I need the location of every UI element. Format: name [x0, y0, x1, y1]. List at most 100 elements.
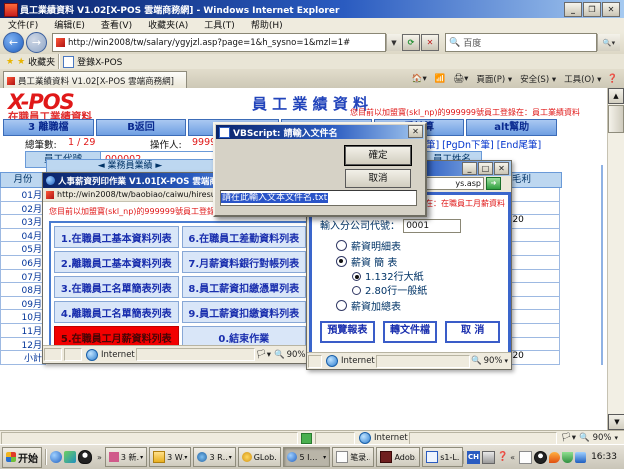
radio-salary-detail[interactable]: 薪資明細表 [336, 239, 508, 255]
menu-file[interactable]: 文件(F) [0, 18, 46, 31]
chevron-down-icon: ▾ [140, 454, 143, 461]
radio-salary-simple[interactable]: 薪資 簡 表 [336, 255, 508, 271]
radio-icon [352, 286, 361, 295]
tray-network-icon[interactable] [575, 452, 586, 463]
ime-indicator[interactable]: CH [467, 451, 480, 464]
go-icon[interactable]: ➜ [486, 177, 501, 190]
menu-item-6[interactable]: 6.在職員工差勤資料列表 [182, 226, 307, 248]
favorites-star-icon[interactable]: ★ [6, 57, 14, 67]
search-go-icon[interactable]: 🔍▾ [597, 34, 620, 51]
maximize-button[interactable]: □ [478, 162, 493, 175]
menu-item-3[interactable]: 3.在職員工名單簡表列表 [54, 276, 179, 298]
cancel-button[interactable]: 取 消 [445, 321, 500, 343]
tray-shield-icon[interactable] [562, 452, 573, 463]
search-box[interactable]: 🔍 百度 [445, 33, 597, 52]
dialog-filename-input[interactable]: 請在此輸入文本文件名.txt [220, 190, 417, 206]
print-status-zoom[interactable]: 90% [287, 350, 306, 360]
radio-paper-132[interactable]: 1.132行大紙 [352, 271, 508, 285]
favorites-item-login-xpos[interactable]: 登錄X-POS [77, 55, 122, 68]
home-icon[interactable]: 🏠▾ [412, 74, 427, 84]
close-button[interactable]: ✕ [602, 2, 620, 17]
minimize-button[interactable]: _ [564, 2, 582, 17]
start-button[interactable]: 开始 [2, 447, 42, 468]
back-icon[interactable]: ← [3, 32, 24, 53]
help-icon[interactable]: ❓ [607, 74, 618, 84]
radio-icon [336, 240, 347, 251]
favorites-label[interactable]: 收藏夹 [28, 55, 55, 68]
task-group-media[interactable]: 3 R…▾ [193, 447, 235, 467]
salary-status-zoom[interactable]: 90% [484, 356, 503, 366]
quicklaunch-messenger-icon[interactable] [64, 451, 76, 463]
help-tray-icon[interactable]: ❓ [497, 452, 508, 462]
quicklaunch-ie-icon[interactable] [50, 451, 62, 463]
task-document[interactable]: s1-L… [422, 447, 463, 467]
branch-input[interactable]: 0001 [403, 219, 461, 233]
quicklaunch-qq-icon[interactable] [78, 450, 92, 464]
radio-icon [336, 300, 347, 311]
menu-item-2[interactable]: 2.離職員工基本資料列表 [54, 251, 179, 273]
tab-active[interactable]: 員工業績資料 V1.02[X-POS 雲端商務網] [3, 71, 187, 89]
navigation-bar: ← → http://win2008/tw/salary/ygyjzl.asp?… [0, 31, 624, 55]
tab-row: 員工業績資料 V1.02[X-POS 雲端商務網] 🏠▾ 📶 🖨▾ 頁面(P) … [0, 69, 624, 89]
tray-document-icon[interactable] [519, 451, 532, 464]
vertical-scrollbar[interactable]: ▲ ▼ [607, 88, 624, 430]
nav-button-back[interactable]: B返回 [96, 119, 187, 136]
dialog-ok-button[interactable]: 確定 [345, 146, 411, 165]
print-icon[interactable]: 🖨▾ [453, 74, 468, 84]
protected-mode-icon[interactable]: 🏳▾ [256, 350, 271, 360]
task-group-new[interactable]: 3 新…▾ [105, 447, 147, 467]
menu-item-7[interactable]: 7.月薪資料銀行對帳列表 [182, 251, 307, 273]
menu-edit[interactable]: 编辑(E) [46, 18, 93, 31]
command-safety[interactable]: 安全(S) ▾ [520, 73, 556, 85]
scroll-down-icon[interactable]: ▼ [608, 414, 624, 430]
feeds-icon[interactable]: 📶 [435, 74, 446, 84]
scroll-up-icon[interactable]: ▲ [608, 88, 624, 104]
menu-help[interactable]: 帮助(H) [243, 18, 291, 31]
minimize-button[interactable]: _ [462, 162, 477, 175]
command-page[interactable]: 頁面(P) ▾ [476, 73, 512, 85]
tray-qq-icon[interactable] [534, 451, 547, 464]
task-notepad[interactable]: 笔录… [332, 447, 374, 467]
radio-paper-80[interactable]: 2.80行一般紙 [352, 285, 508, 299]
total-label: 總筆數: [25, 137, 57, 151]
menu-view[interactable]: 查看(V) [93, 18, 140, 31]
refresh-icon[interactable]: ⟳ [402, 34, 420, 51]
task-group-ie-active[interactable]: 5 I…▾ [283, 447, 330, 467]
zoom-dropdown-icon[interactable]: ▾ [504, 357, 508, 365]
clock[interactable]: 16:33 [591, 452, 617, 462]
status-zoom-value[interactable]: 90% [593, 433, 612, 443]
stop-icon[interactable]: ✕ [421, 34, 439, 51]
dialog-cancel-button[interactable]: 取消 [345, 169, 411, 188]
address-bar[interactable]: http://win2008/tw/salary/ygyjzl.asp?page… [52, 33, 386, 52]
nav-button-resigned-file[interactable]: 3 離職檔 [3, 119, 94, 136]
radio-salary-total[interactable]: 薪資加總表 [336, 299, 508, 315]
protected-mode-icon[interactable]: 🏳▾ [561, 433, 576, 443]
close-button[interactable]: ✕ [494, 162, 509, 175]
tray-chevron-icon[interactable]: « [510, 453, 515, 462]
dialog-close-icon[interactable]: ✕ [408, 125, 423, 138]
command-tools[interactable]: 工具(O) ▾ [564, 73, 601, 85]
tray-flame-icon[interactable] [549, 452, 560, 463]
menu-item-4[interactable]: 4.離職員工名單簡表列表 [54, 301, 179, 323]
table-row: 11月 [0, 324, 46, 338]
task-adobe[interactable]: Adob… [376, 447, 420, 467]
address-dropdown-icon[interactable]: ▼ [386, 34, 401, 51]
quicklaunch-chevron-icon[interactable]: » [97, 453, 102, 462]
zoom-dropdown-icon[interactable]: ▾ [614, 434, 618, 442]
task-group-folders[interactable]: 3 W…▾ [149, 447, 191, 467]
table-row: 06月 [0, 256, 46, 270]
menu-tools[interactable]: 工具(T) [196, 18, 243, 31]
task-global[interactable]: GLob… [238, 447, 282, 467]
menu-item-1[interactable]: 1.在職員工基本資料列表 [54, 226, 179, 248]
restore-button[interactable]: ❐ [583, 2, 601, 17]
menu-item-8[interactable]: 8.員工薪資扣繳憑單列表 [182, 276, 307, 298]
printer-icon[interactable] [482, 451, 495, 464]
export-file-button[interactable]: 轉文件檔 [383, 321, 438, 343]
forward-icon[interactable]: → [26, 32, 47, 53]
menu-item-9[interactable]: 9.員工薪資扣繳資料列表 [182, 301, 307, 323]
menu-favorites[interactable]: 收藏夹(A) [140, 18, 196, 31]
preview-report-button[interactable]: 預覽報表 [320, 321, 375, 343]
scrollbar-thumb[interactable] [608, 105, 624, 133]
nav-button-help[interactable]: alt幫助 [466, 119, 557, 136]
favorites-add-icon[interactable]: ★ [17, 57, 25, 67]
